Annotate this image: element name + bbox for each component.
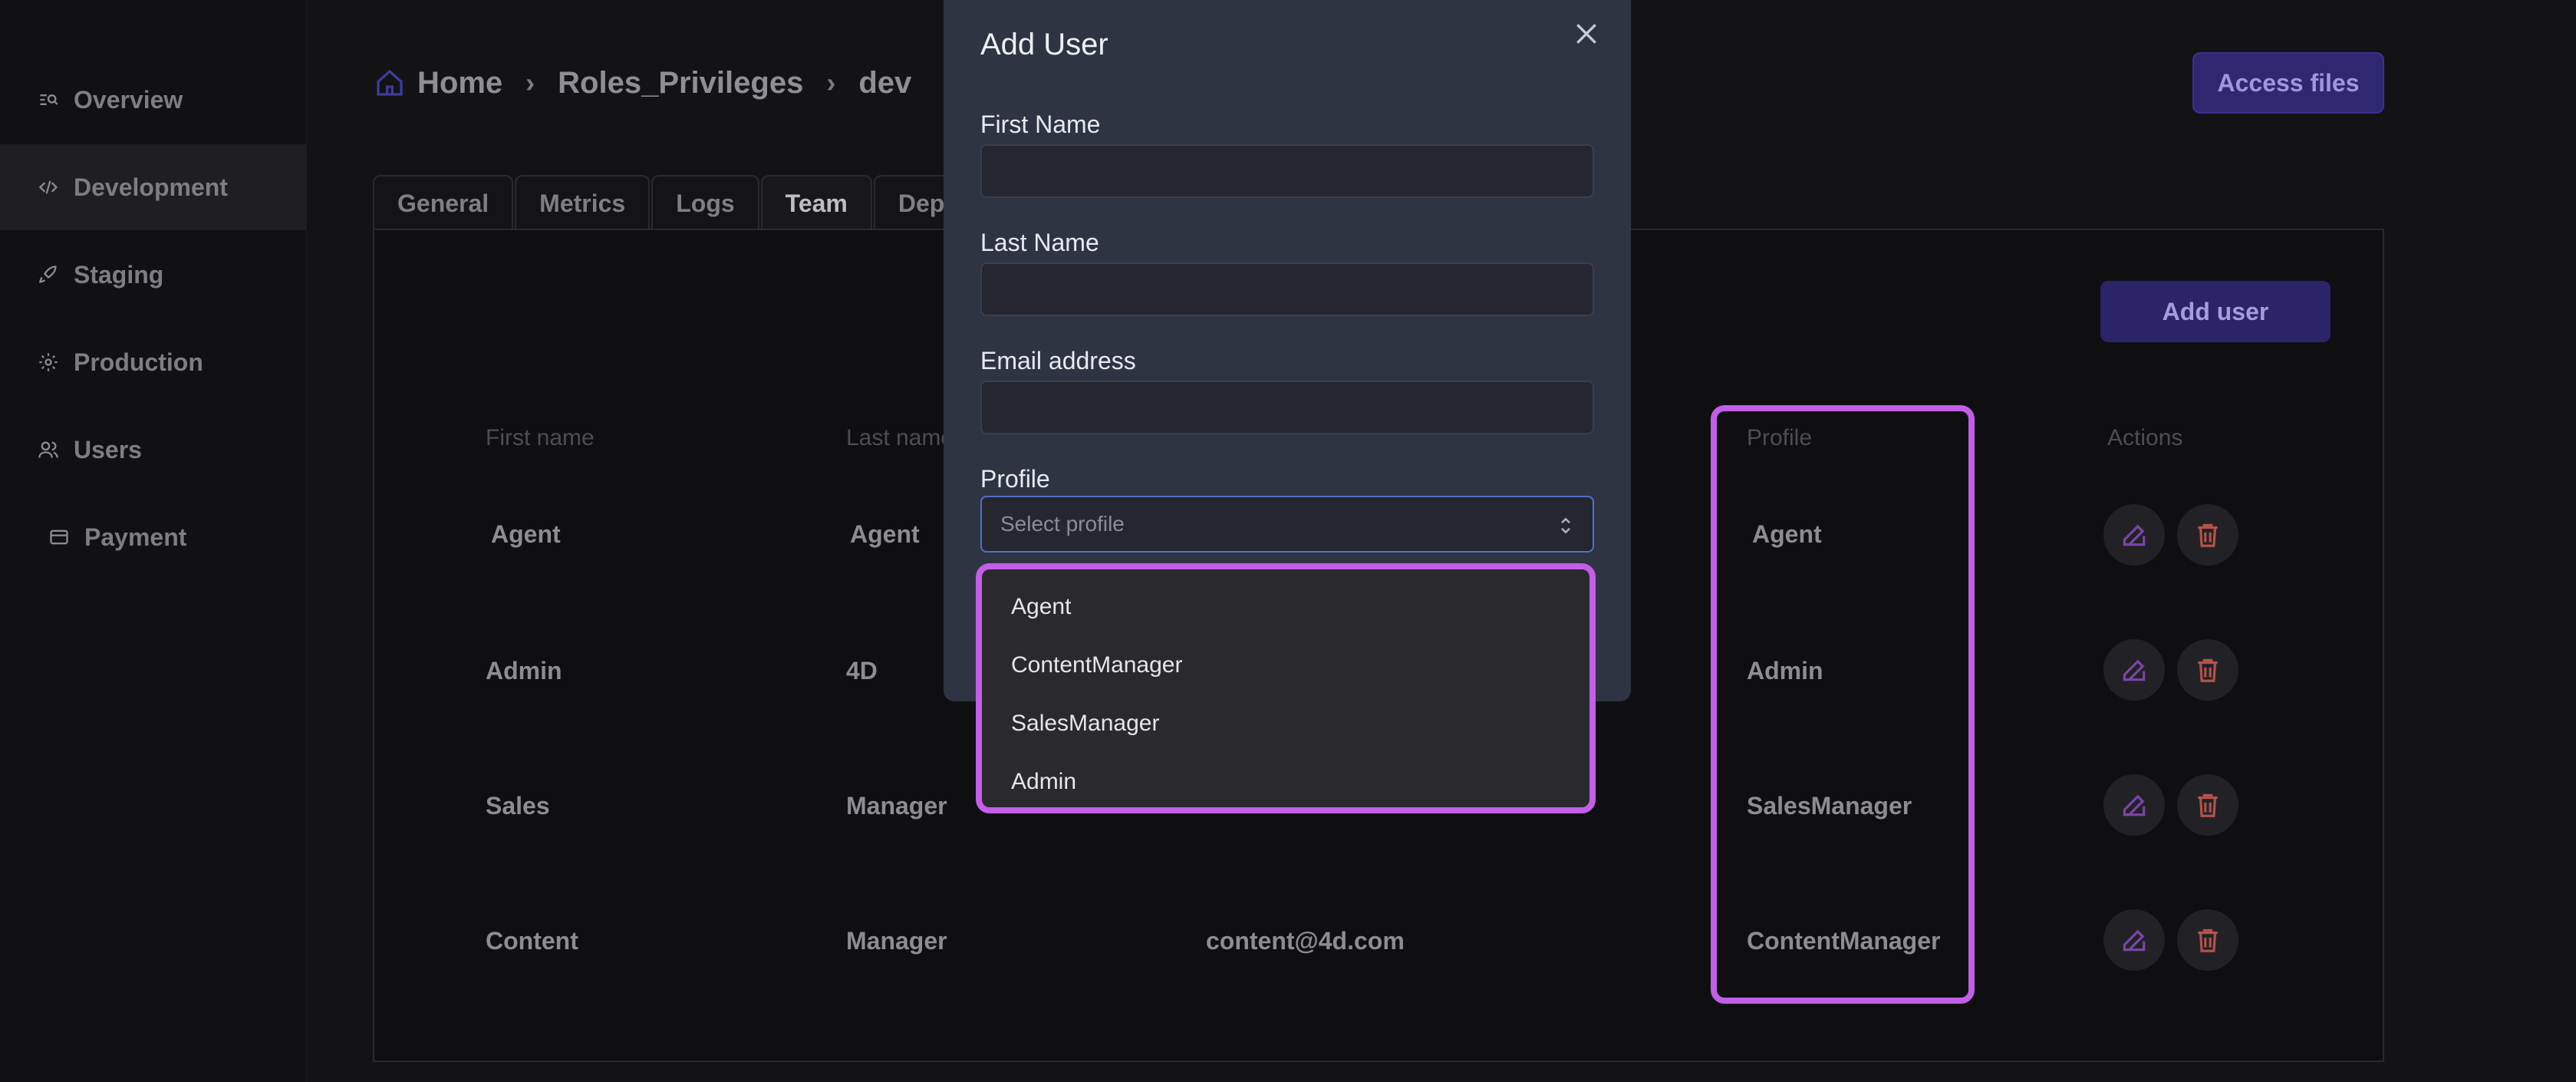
- card-icon: [48, 526, 71, 549]
- tab-logs[interactable]: Logs: [651, 175, 759, 230]
- breadcrumb: Home › Roles_Privileges › dev: [374, 61, 911, 104]
- email-label: Email address: [980, 347, 1136, 374]
- sidebar-item-label: Users: [74, 435, 142, 463]
- profile-select[interactable]: Select profile: [980, 496, 1594, 553]
- home-icon[interactable]: [374, 68, 405, 98]
- edit-button[interactable]: [2103, 504, 2165, 566]
- sidebar-item-label: Staging: [74, 260, 164, 289]
- breadcrumb-current: dev: [858, 65, 912, 100]
- close-icon[interactable]: [1571, 18, 1602, 49]
- edit-icon: [2123, 524, 2146, 546]
- sidebar-item-development[interactable]: Development: [0, 144, 307, 230]
- sidebar-item-payment[interactable]: Payment: [0, 494, 307, 580]
- tab-metrics[interactable]: Metrics: [515, 175, 651, 230]
- cell-email: content@4d.com: [1206, 927, 1405, 955]
- profile-column-highlight: [1711, 405, 1975, 1004]
- sidebar-item-label: Production: [74, 348, 203, 376]
- dropdown-option-contentmanager[interactable]: ContentManager: [1011, 652, 1182, 678]
- cell-first-name: Admin: [486, 657, 562, 684]
- trash-icon: [2198, 658, 2218, 682]
- sidebar-item-label: Development: [74, 173, 228, 201]
- profile-select-placeholder: Select profile: [1000, 512, 1125, 536]
- dropdown-option-salesmanager[interactable]: SalesManager: [1011, 711, 1159, 737]
- sidebar-item-label: Payment: [84, 523, 187, 551]
- cell-last-name: Manager: [846, 927, 947, 955]
- edit-button[interactable]: [2103, 639, 2165, 701]
- breadcrumb-roles[interactable]: Roles_Privileges: [558, 66, 803, 101]
- chevron-updown-icon: [1561, 517, 1570, 534]
- users-icon: [37, 438, 60, 461]
- cell-first-name: Content: [486, 927, 578, 955]
- profile-dropdown: Agent ContentManager SalesManager Admin: [976, 563, 1596, 813]
- cell-last-name: Agent: [850, 520, 920, 548]
- cell-first-name: Agent: [491, 520, 561, 548]
- sidebar-item-production[interactable]: Production: [0, 319, 307, 405]
- tab-bar: General Metrics Logs Team Dep: [373, 175, 970, 230]
- cell-first-name: Sales: [486, 792, 550, 820]
- tab-team[interactable]: Team: [760, 175, 872, 230]
- dropdown-option-agent[interactable]: Agent: [1011, 594, 1071, 620]
- chevron-right-icon: ›: [525, 67, 535, 98]
- delete-button[interactable]: [2177, 504, 2238, 566]
- profile-label: Profile: [980, 465, 1050, 493]
- column-header-last-name: Last name: [846, 425, 954, 450]
- sidebar-item-users[interactable]: Users: [0, 407, 307, 493]
- code-icon: [37, 176, 60, 199]
- delete-button[interactable]: [2177, 774, 2238, 836]
- chevron-right-icon: ›: [826, 67, 836, 98]
- gear-icon: [37, 351, 60, 374]
- modal-title: Add User: [980, 28, 1108, 61]
- last-name-input[interactable]: [980, 262, 1594, 316]
- last-name-label: Last Name: [980, 229, 1099, 256]
- column-header-actions: Actions: [2107, 425, 2183, 450]
- sidebar-item-label: Overview: [74, 85, 183, 114]
- sidebar-item-overview[interactable]: Overview: [0, 57, 307, 143]
- trash-icon: [2198, 929, 2218, 952]
- delete-button[interactable]: [2177, 909, 2238, 971]
- edit-button[interactable]: [2103, 774, 2165, 836]
- edit-button[interactable]: [2103, 909, 2165, 971]
- edit-icon: [2123, 929, 2146, 952]
- trash-icon: [2198, 523, 2218, 547]
- rocket-icon: [37, 263, 60, 286]
- trash-icon: [2198, 793, 2218, 817]
- sidebar-item-staging[interactable]: Staging: [0, 232, 307, 318]
- add-user-button[interactable]: Add user: [2100, 281, 2331, 342]
- cell-last-name: 4D: [846, 657, 878, 684]
- edit-icon: [2123, 794, 2146, 816]
- tab-general[interactable]: General: [373, 175, 514, 230]
- email-input[interactable]: [980, 381, 1594, 434]
- dropdown-option-admin[interactable]: Admin: [1011, 769, 1076, 795]
- delete-button[interactable]: [2177, 639, 2238, 701]
- first-name-input[interactable]: [980, 144, 1594, 198]
- cell-last-name: Manager: [846, 792, 947, 820]
- sidebar: Overview Development Staging Production …: [0, 0, 307, 1082]
- first-name-label: First Name: [980, 111, 1101, 138]
- breadcrumb-home[interactable]: Home: [417, 66, 502, 101]
- edit-icon: [2123, 659, 2146, 681]
- overview-icon: [37, 88, 60, 111]
- access-files-button[interactable]: Access files: [2192, 52, 2384, 114]
- column-header-first-name: First name: [486, 425, 595, 450]
